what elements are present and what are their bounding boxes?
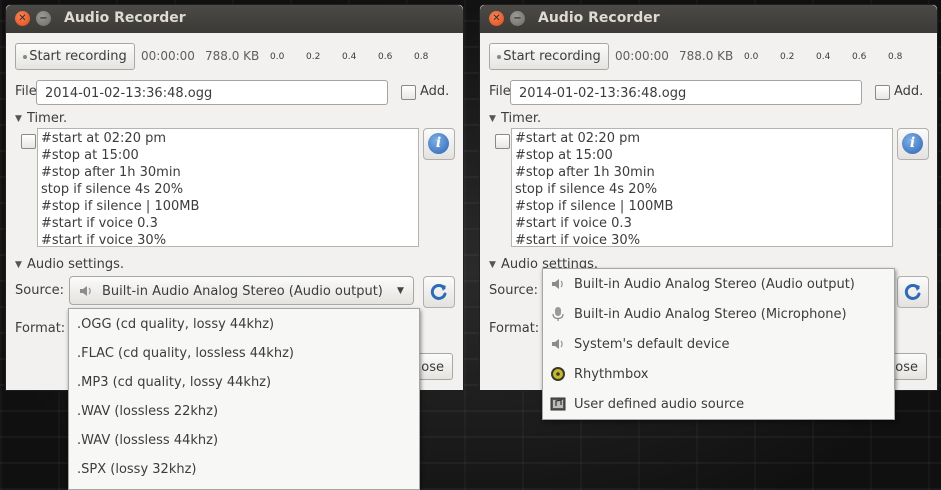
elapsed-time: 00:00:00 bbox=[615, 49, 669, 63]
start-recording-button[interactable]: Start recording bbox=[489, 43, 609, 70]
info-button[interactable]: i bbox=[897, 128, 929, 160]
expander-arrow-icon[interactable]: ▼ bbox=[15, 260, 22, 270]
filename-input[interactable]: 2014-01-02-13:36:48.ogg bbox=[36, 80, 388, 105]
level-tick: 0.8 bbox=[414, 52, 429, 62]
format-option[interactable]: .SPX (lossy 32khz) bbox=[69, 455, 419, 484]
record-dot-icon bbox=[497, 54, 502, 59]
format-option[interactable]: .WAV (lossless 44khz) bbox=[69, 426, 419, 455]
expander-arrow-icon[interactable]: ▼ bbox=[15, 114, 22, 124]
timer-expander[interactable]: Timer. bbox=[501, 111, 541, 126]
level-tick: 0.8 bbox=[888, 52, 903, 62]
title-bar: ✕ − Audio Recorder bbox=[6, 5, 463, 33]
source-label: Source: bbox=[489, 283, 539, 298]
window-title: Audio Recorder bbox=[538, 10, 660, 26]
timer-line: #start at 02:20 pm bbox=[515, 131, 641, 146]
info-button[interactable]: i bbox=[423, 128, 455, 160]
start-recording-button[interactable]: Start recording bbox=[15, 43, 135, 70]
timer-line: #stop after 1h 30min bbox=[41, 165, 181, 180]
close-window-button[interactable]: ✕ bbox=[489, 11, 504, 26]
timer-line: stop if silence 4s 20% bbox=[41, 182, 184, 197]
timer-line: #stop if silence | 100MB bbox=[41, 199, 200, 214]
file-size: 788.0 KB bbox=[679, 49, 734, 63]
level-tick: 0.0 bbox=[270, 52, 285, 62]
level-tick: 0.2 bbox=[780, 52, 795, 62]
timer-line: stop if silence 4s 20% bbox=[515, 182, 658, 197]
format-label: Format: bbox=[15, 321, 66, 336]
timer-line: #stop at 15:00 bbox=[41, 148, 139, 163]
format-dropdown-menu: .OGG (cd quality, lossy 44khz) .FLAC (cd… bbox=[68, 308, 420, 490]
rhythmbox-icon bbox=[551, 367, 565, 381]
level-tick: 0.2 bbox=[306, 52, 321, 62]
refresh-icon bbox=[430, 283, 447, 300]
source-selected-value: Built-in Audio Analog Stereo (Audio outp… bbox=[102, 284, 383, 299]
close-window-button[interactable]: ✕ bbox=[15, 11, 30, 26]
timer-line: #start if voice 0.3 bbox=[41, 216, 158, 231]
speaker-icon bbox=[552, 339, 563, 349]
format-option[interactable]: .WAV (lossless 22khz) bbox=[69, 397, 419, 426]
source-option[interactable]: System's default device bbox=[543, 330, 894, 359]
level-tick: 0.6 bbox=[378, 52, 393, 62]
refresh-button[interactable] bbox=[423, 276, 455, 308]
level-tick: 0.0 bbox=[744, 52, 759, 62]
timer-line: #stop at 15:00 bbox=[515, 148, 613, 163]
microphone-icon bbox=[552, 307, 564, 321]
timer-text-area[interactable]: #start at 02:20 pm #stop at 15:00 #stop … bbox=[37, 128, 419, 248]
filename-input[interactable]: 2014-01-02-13:36:48.ogg bbox=[510, 80, 862, 105]
refresh-button[interactable] bbox=[897, 276, 929, 308]
timer-checkbox[interactable] bbox=[21, 134, 36, 149]
info-icon: i bbox=[902, 133, 923, 154]
window-title: Audio Recorder bbox=[64, 10, 186, 26]
level-tick: 0.6 bbox=[852, 52, 867, 62]
refresh-icon bbox=[904, 283, 921, 300]
timer-line: #start if voice 30% bbox=[515, 233, 641, 248]
source-option[interactable]: Rhythmbox bbox=[543, 360, 894, 389]
speaker-icon bbox=[80, 286, 91, 296]
source-option[interactable]: User defined audio source bbox=[543, 390, 894, 419]
format-option[interactable]: .MP3 (cd quality, lossy 44khz) bbox=[69, 368, 419, 397]
timer-line: #stop if silence | 100MB bbox=[515, 199, 674, 214]
minimize-window-button[interactable]: − bbox=[36, 11, 51, 26]
timer-expander[interactable]: Timer. bbox=[27, 111, 67, 126]
timer-checkbox[interactable] bbox=[495, 134, 510, 149]
format-option[interactable]: .FLAC (cd quality, lossless 44khz) bbox=[69, 339, 419, 368]
add-checkbox[interactable] bbox=[875, 85, 890, 100]
audio-settings-expander[interactable]: Audio settings. bbox=[27, 257, 124, 272]
timer-line: #start at 02:20 pm bbox=[41, 131, 167, 146]
info-icon: i bbox=[428, 133, 449, 154]
record-dot-icon bbox=[23, 54, 28, 59]
minimize-window-button[interactable]: − bbox=[510, 11, 525, 26]
source-combo[interactable]: Built-in Audio Analog Stereo (Audio outp… bbox=[69, 276, 414, 305]
level-tick: 0.4 bbox=[342, 52, 357, 62]
format-option[interactable]: .OGG (cd quality, lossy 44khz) bbox=[69, 310, 419, 339]
timer-line: #start if voice 0.3 bbox=[515, 216, 632, 231]
add-label: Add. bbox=[420, 84, 450, 99]
expander-arrow-icon[interactable]: ▼ bbox=[489, 114, 496, 124]
speaker-icon bbox=[552, 279, 563, 289]
audio-source-icon bbox=[550, 397, 566, 411]
file-size: 788.0 KB bbox=[205, 49, 260, 63]
source-option[interactable]: Built-in Audio Analog Stereo (Microphone… bbox=[543, 300, 894, 329]
source-option[interactable]: Built-in Audio Analog Stereo (Audio outp… bbox=[543, 270, 894, 299]
timer-line: #start if voice 30% bbox=[41, 233, 167, 248]
title-bar: ✕ − Audio Recorder bbox=[480, 5, 937, 33]
source-label: Source: bbox=[15, 283, 65, 298]
format-label: Format: bbox=[489, 321, 540, 336]
add-checkbox[interactable] bbox=[401, 85, 416, 100]
timer-text-area[interactable]: #start at 02:20 pm #stop at 15:00 #stop … bbox=[511, 128, 893, 248]
add-label: Add. bbox=[894, 84, 924, 99]
elapsed-time: 00:00:00 bbox=[141, 49, 195, 63]
source-dropdown-menu: Built-in Audio Analog Stereo (Audio outp… bbox=[542, 268, 895, 420]
timer-line: #stop after 1h 30min bbox=[515, 165, 655, 180]
chevron-down-icon: ▼ bbox=[397, 286, 404, 296]
expander-arrow-icon[interactable]: ▼ bbox=[489, 260, 496, 270]
level-tick: 0.4 bbox=[816, 52, 831, 62]
